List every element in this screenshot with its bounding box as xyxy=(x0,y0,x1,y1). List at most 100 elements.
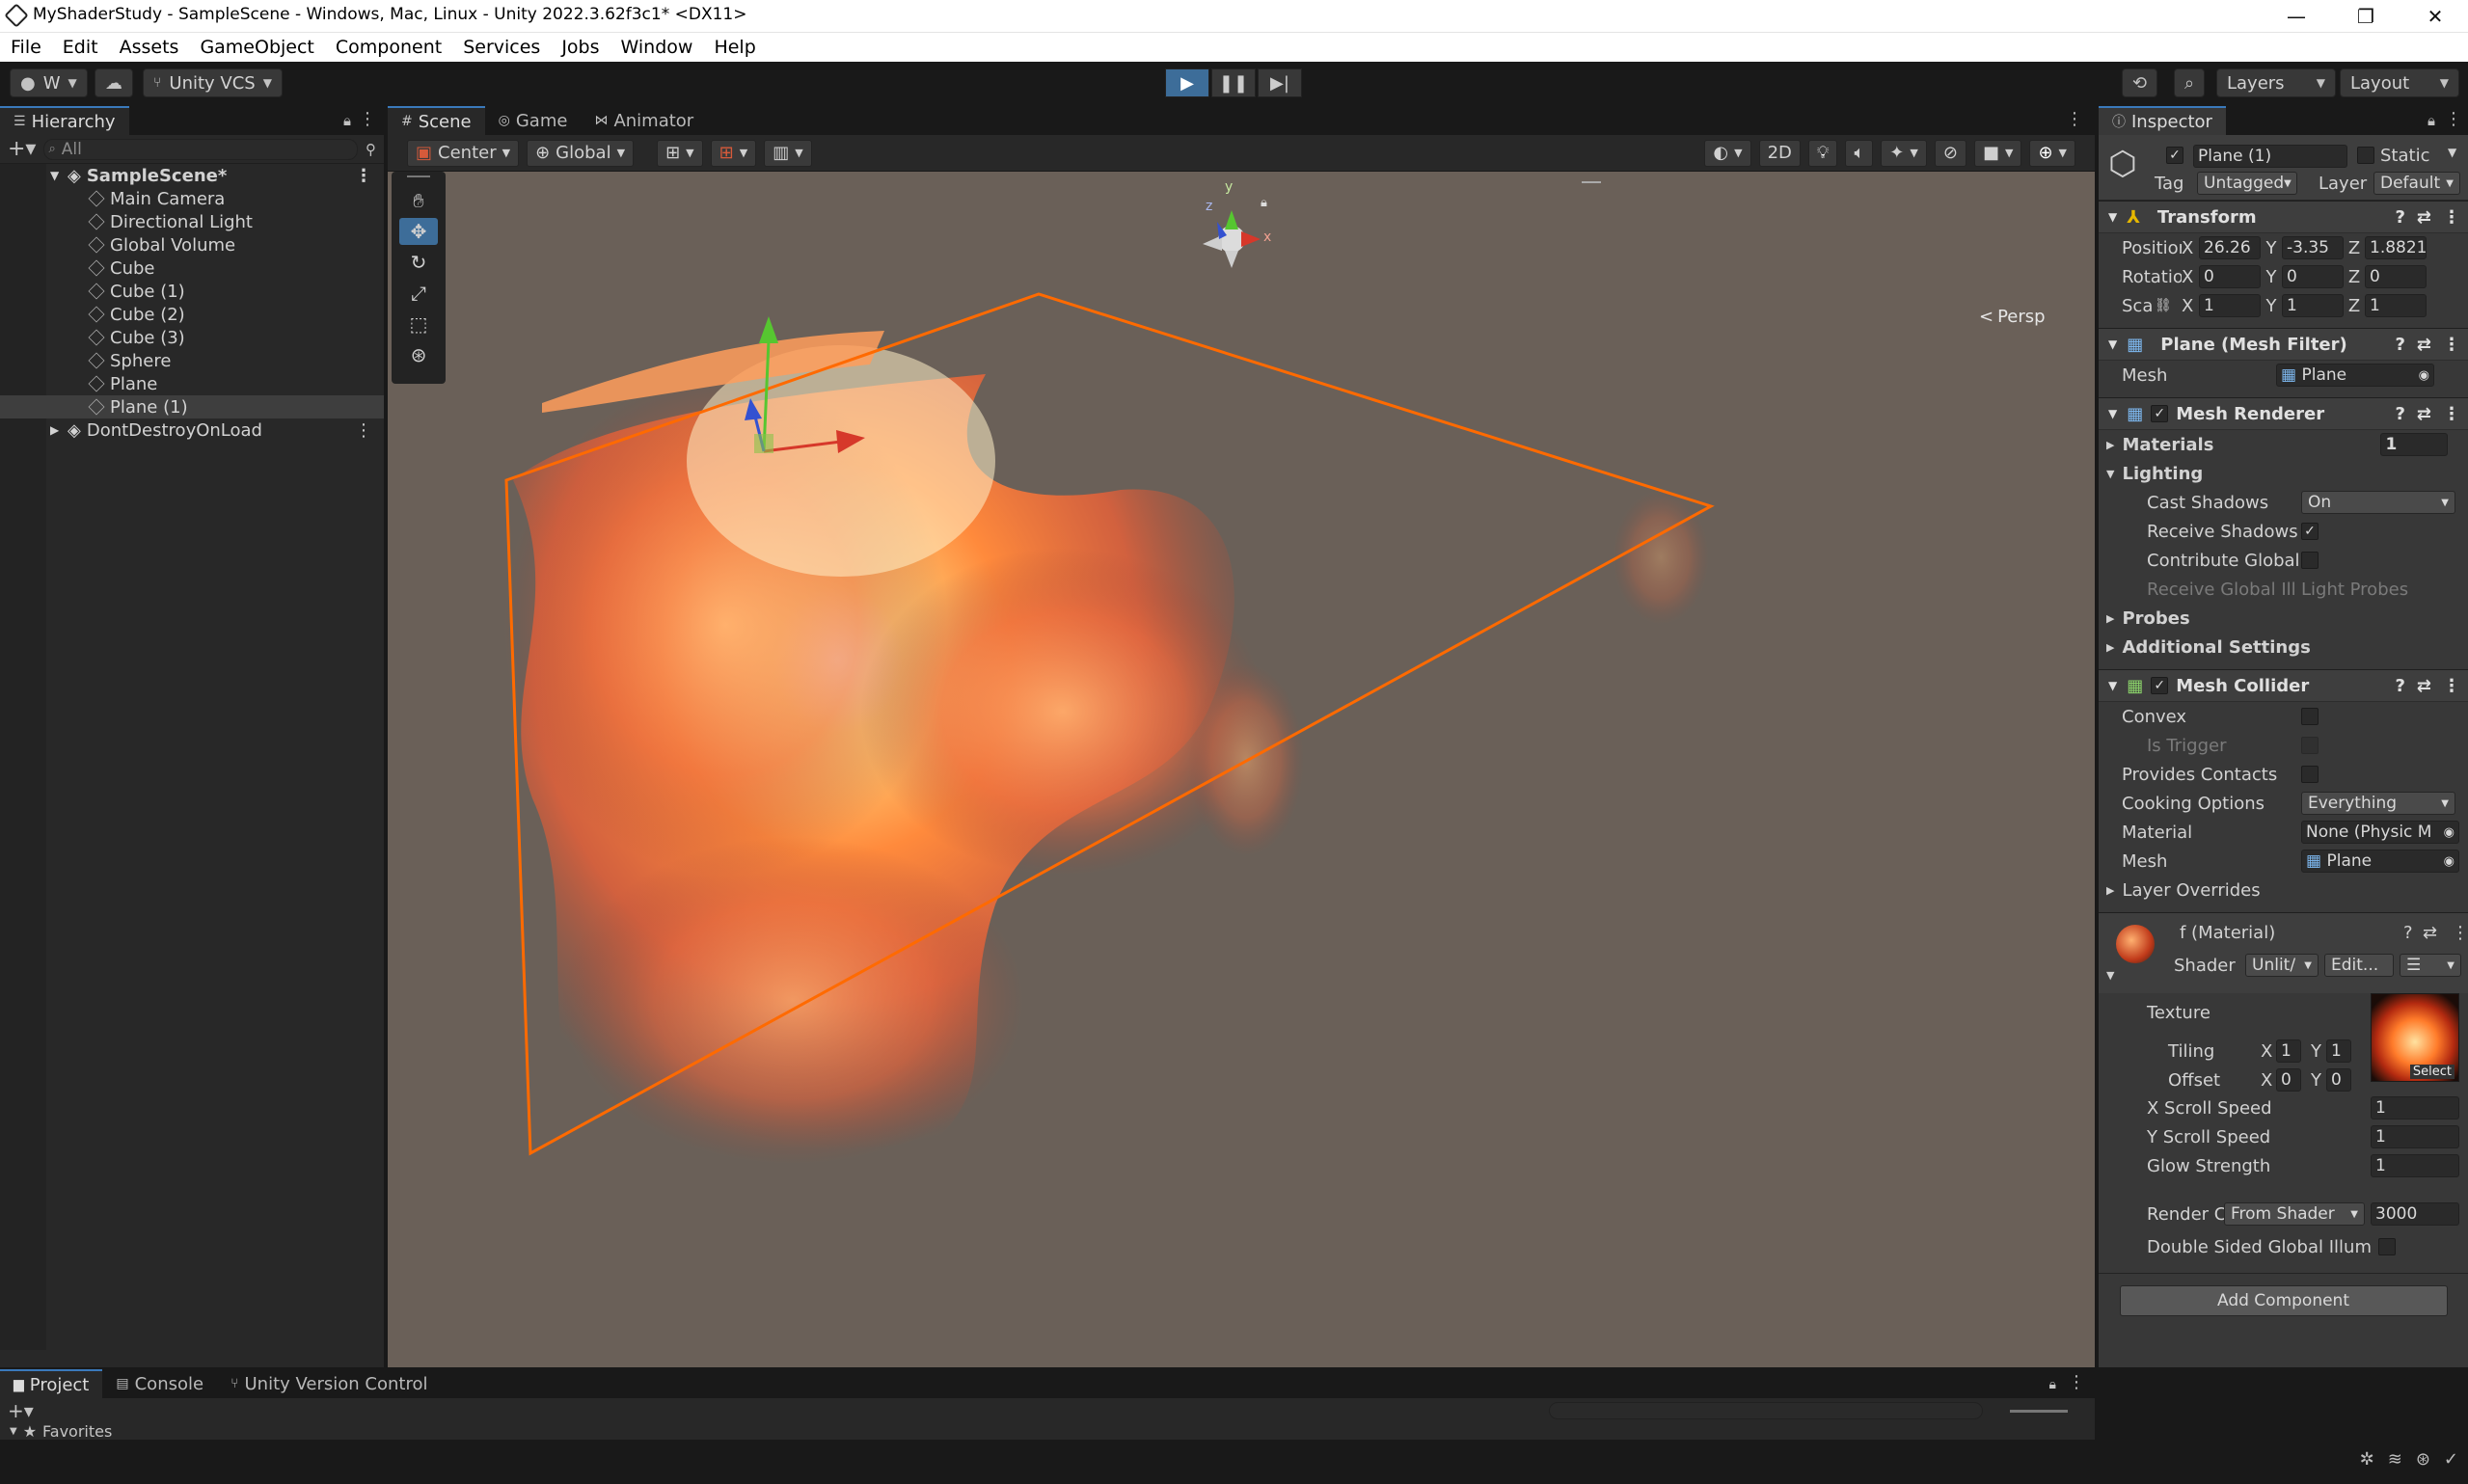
maximize-button[interactable]: ❐ xyxy=(2331,0,2400,33)
vcs-button[interactable]: ⑂ Unity VCS ▼ xyxy=(143,68,283,97)
minimize-button[interactable]: — xyxy=(2262,0,2331,33)
transform-header[interactable]: ▼ ⅄ Transform ? ⇄ ⋮ xyxy=(2099,201,2468,233)
tiling-x-input[interactable]: 1 xyxy=(2276,1039,2301,1063)
y-scroll-input[interactable]: 1 xyxy=(2371,1125,2459,1148)
preset-icon[interactable]: ⇄ xyxy=(2417,207,2431,228)
static-checkbox[interactable] xyxy=(2357,147,2374,164)
orientation-gizmo[interactable] xyxy=(1203,210,1261,268)
more-icon[interactable]: ⋮ xyxy=(2443,404,2460,424)
more-icon[interactable]: ⋮ xyxy=(2068,1372,2085,1392)
project-search-input[interactable] xyxy=(1549,1402,1983,1419)
more-icon[interactable]: ⋮ xyxy=(355,420,372,441)
is-trigger-checkbox[interactable] xyxy=(2301,737,2319,754)
hierarchy-item[interactable]: Cube (3) xyxy=(0,326,384,349)
menu-gameobject[interactable]: GameObject xyxy=(189,33,324,62)
scene-viewport[interactable]: y x z 🔒︎ < Persp xyxy=(388,172,2095,1367)
rotation-z-input[interactable]: 0 xyxy=(2365,265,2427,288)
tab-version-control[interactable]: ⑂ Unity Version Control xyxy=(217,1369,441,1398)
receive-shadows-checkbox[interactable]: ✓ xyxy=(2301,523,2319,540)
more-icon[interactable]: ⋮ xyxy=(359,109,376,129)
layer-dropdown[interactable]: Default ▼ xyxy=(2373,172,2460,195)
palette-handle-icon[interactable] xyxy=(407,175,430,183)
hierarchy-item[interactable]: Main Camera xyxy=(0,187,384,210)
tab-scene[interactable]: # Scene xyxy=(388,106,485,135)
zoom-slider[interactable] xyxy=(2010,1409,2068,1413)
preset-icon[interactable]: ⇄ xyxy=(2417,404,2431,424)
menu-edit[interactable]: Edit xyxy=(52,33,109,62)
offset-y-input[interactable]: 0 xyxy=(2326,1068,2351,1092)
collider-material-field[interactable]: None (Physic M ◉ xyxy=(2301,821,2459,844)
camera-button[interactable]: ■ ▼ xyxy=(1973,139,2022,167)
materials-count-input[interactable]: 1 xyxy=(2380,433,2449,456)
mesh-field[interactable]: ▦ Plane ◉ xyxy=(2276,364,2434,387)
rotation-y-input[interactable]: 0 xyxy=(2282,265,2344,288)
menu-file[interactable]: File xyxy=(0,33,52,62)
hierarchy-search-input[interactable]: ⌕ All xyxy=(43,138,358,160)
shader-dropdown[interactable]: Unlit/ ▼ xyxy=(2245,954,2319,977)
scale-z-input[interactable]: 1 xyxy=(2365,294,2427,317)
help-icon[interactable]: ? xyxy=(2395,207,2404,228)
play-button[interactable]: ▶ xyxy=(1165,68,1209,97)
audio-toggle[interactable]: 🔈︎ xyxy=(1845,139,1874,167)
hierarchy-item[interactable]: Global Volume xyxy=(0,233,384,256)
target-icon[interactable]: ◉ xyxy=(2444,825,2454,840)
perspective-toggle[interactable]: < Persp xyxy=(1979,307,2046,327)
menu-window[interactable]: Window xyxy=(610,33,704,62)
check-circle-icon[interactable]: ✓ xyxy=(2444,1449,2458,1470)
render-queue-dropdown[interactable]: From Shader ▼ xyxy=(2224,1202,2365,1226)
collider-mesh-field[interactable]: ▦ Plane ◉ xyxy=(2301,850,2459,873)
link-icon[interactable]: ⛓︎ xyxy=(2155,298,2182,313)
move-tool-icon[interactable]: ✥ xyxy=(399,218,438,245)
menu-assets[interactable]: Assets xyxy=(109,33,190,62)
render-queue-input[interactable]: 3000 xyxy=(2371,1202,2459,1226)
preset-icon[interactable]: ⇄ xyxy=(2417,676,2431,696)
position-y-input[interactable]: -3.35 xyxy=(2282,236,2344,259)
tab-game[interactable]: ◎ Game xyxy=(485,106,582,135)
menu-component[interactable]: Component xyxy=(325,33,452,62)
pause-button[interactable]: ❚❚ xyxy=(1211,68,1256,97)
tab-animator[interactable]: ⋈ Animator xyxy=(581,106,707,135)
grid-snap-button[interactable]: ⊞ ▼ xyxy=(657,139,703,167)
menu-services[interactable]: Services xyxy=(452,33,551,62)
tab-hierarchy[interactable]: ☰ Hierarchy xyxy=(0,106,129,135)
add-icon[interactable]: +▾ xyxy=(8,137,36,161)
target-icon[interactable]: ◉ xyxy=(2444,854,2454,869)
position-z-input[interactable]: 1.8821 xyxy=(2365,236,2427,259)
more-icon[interactable]: ⋮ xyxy=(2066,109,2083,129)
add-icon[interactable]: +▾ xyxy=(8,1399,34,1422)
layers-dropdown[interactable]: Layers ▼ xyxy=(2216,68,2336,97)
object-name-input[interactable]: Plane (1) xyxy=(2193,145,2347,168)
pivot-dropdown[interactable]: ▣ Center ▼ xyxy=(407,139,520,167)
tag-dropdown[interactable]: Untagged ▼ xyxy=(2197,172,2297,195)
tab-project[interactable]: ▆ Project xyxy=(0,1369,103,1398)
more-icon[interactable]: ⋮ xyxy=(2443,207,2460,228)
step-button[interactable]: ▶| xyxy=(1258,68,1302,97)
offset-x-input[interactable]: 0 xyxy=(2276,1068,2301,1092)
layers-icon[interactable]: ≋ xyxy=(2388,1449,2402,1470)
target-icon[interactable]: ◉ xyxy=(2419,368,2429,383)
convex-checkbox[interactable] xyxy=(2301,708,2319,725)
mesh-collider-header[interactable]: ▼ ▦ ✓ Mesh Collider ? ⇄ ⋮ xyxy=(2099,669,2468,702)
material-menu-button[interactable]: ☰ ▼ xyxy=(2400,954,2461,977)
double-sided-gi-checkbox[interactable] xyxy=(2378,1238,2396,1255)
more-icon[interactable]: ⋮ xyxy=(2443,676,2460,696)
chevron-down-icon[interactable]: ▼ xyxy=(2448,146,2456,159)
help-icon[interactable]: ? xyxy=(2395,335,2404,355)
glow-strength-input[interactable]: 1 xyxy=(2371,1154,2459,1177)
position-x-input[interactable]: 26.26 xyxy=(2199,236,2261,259)
tab-console[interactable]: ▤ Console xyxy=(102,1369,217,1398)
mesh-renderer-header[interactable]: ▼ ▦ ✓ Mesh Renderer ? ⇄ ⋮ xyxy=(2099,397,2468,430)
help-icon[interactable]: ? xyxy=(2395,404,2404,424)
lock-icon[interactable]: 🔒︎ xyxy=(2049,1377,2056,1392)
transform-tool-icon[interactable]: ⊛ xyxy=(399,341,438,368)
filter-icon[interactable]: ⚲ xyxy=(366,141,376,158)
add-component-button[interactable]: Add Component xyxy=(2119,1285,2448,1316)
preset-icon[interactable]: ⇄ xyxy=(2423,923,2437,943)
lighting-foldout[interactable]: ▼ Lighting xyxy=(2099,459,2468,488)
preset-icon[interactable]: ⇄ xyxy=(2417,335,2431,355)
gizmos-button[interactable]: ⊕ ▼ xyxy=(2029,139,2075,167)
search-button[interactable]: ⌕ xyxy=(2174,68,2206,97)
provides-contacts-checkbox[interactable] xyxy=(2301,766,2319,783)
rotate-tool-icon[interactable]: ↻ xyxy=(399,249,438,276)
hierarchy-item[interactable]: Cube (2) xyxy=(0,303,384,326)
